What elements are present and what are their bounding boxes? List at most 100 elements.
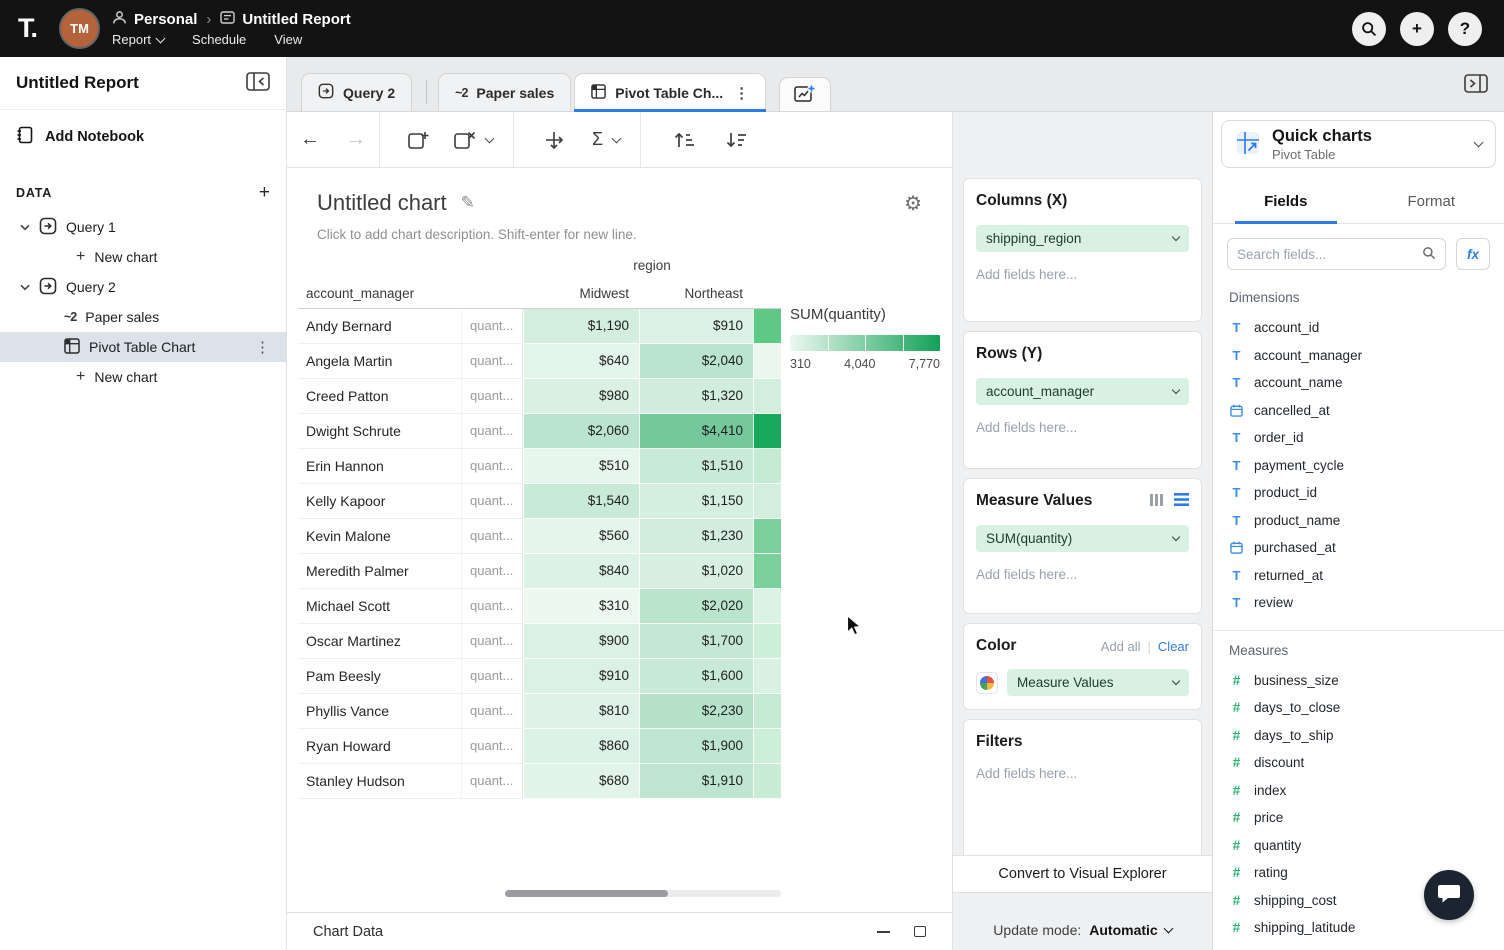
kebab-menu-icon[interactable]: ⋮	[255, 338, 286, 356]
transform-button[interactable]	[534, 130, 574, 150]
dimension-field-item[interactable]: T payment_cycle	[1213, 452, 1504, 480]
chat-support-button[interactable]	[1424, 870, 1474, 920]
partial-value-cell[interactable]	[753, 694, 781, 729]
add-chart-tab-button[interactable]	[779, 77, 831, 111]
partial-value-cell[interactable]	[753, 449, 781, 484]
minimize-panel-icon[interactable]	[877, 931, 890, 933]
menu-view[interactable]: View	[274, 32, 302, 47]
chart-settings-icon[interactable]: ⚙	[904, 191, 922, 216]
measure-field-item[interactable]: # days_to_ship	[1213, 722, 1504, 750]
dimension-field-item[interactable]: cancelled_at	[1213, 397, 1504, 425]
value-cell[interactable]: $1,510	[639, 449, 753, 484]
partial-value-cell[interactable]	[753, 554, 781, 589]
dimension-field-item[interactable]: T review	[1213, 589, 1504, 617]
measure-field-item[interactable]: # shipping_latitude	[1213, 914, 1504, 942]
value-cell[interactable]: $900	[523, 624, 639, 659]
menu-report[interactable]: Report	[112, 32, 164, 47]
value-cell[interactable]: $510	[523, 449, 639, 484]
value-cell[interactable]: $1,910	[639, 764, 753, 799]
search-fields-input[interactable]	[1237, 247, 1416, 262]
aggregate-button[interactable]: Σ	[580, 129, 605, 150]
value-cell[interactable]: $1,320	[639, 379, 753, 414]
measure-field-pill[interactable]: SUM(quantity)	[976, 525, 1189, 552]
sidebar-item-query2[interactable]: Query 2	[0, 272, 286, 302]
remove-column-button[interactable]	[444, 130, 478, 150]
value-cell[interactable]: $2,040	[639, 344, 753, 379]
value-cell[interactable]: $860	[523, 729, 639, 764]
dimension-field-item[interactable]: T account_manager	[1213, 342, 1504, 370]
filters-dropzone[interactable]: Add fields here...	[976, 766, 1189, 781]
partial-value-cell[interactable]	[753, 589, 781, 624]
maximize-panel-icon[interactable]	[914, 926, 926, 937]
scrollbar-thumb[interactable]	[505, 890, 668, 897]
columns-field-pill[interactable]: shipping_region	[976, 225, 1189, 252]
help-button[interactable]: ?	[1448, 12, 1482, 46]
dimension-field-item[interactable]: T account_id	[1213, 314, 1504, 342]
measure-dropzone[interactable]: Add fields here...	[976, 567, 1189, 582]
value-cell[interactable]: $840	[523, 554, 639, 589]
undo-button[interactable]: ←	[287, 128, 333, 151]
value-cell[interactable]: $2,060	[523, 414, 639, 449]
breadcrumb-workspace[interactable]: Personal	[134, 11, 197, 28]
quick-charts-dropdown[interactable]: Quick charts Pivot Table	[1221, 120, 1496, 168]
value-cell[interactable]: $980	[523, 379, 639, 414]
partial-value-cell[interactable]	[753, 344, 781, 379]
value-cell[interactable]: $1,190	[523, 309, 639, 344]
value-cell[interactable]: $310	[523, 589, 639, 624]
dimension-field-item[interactable]: T order_id	[1213, 424, 1504, 452]
chevron-down-icon[interactable]	[20, 284, 30, 291]
horizontal-scrollbar[interactable]	[505, 890, 781, 897]
chevron-down-icon[interactable]	[485, 133, 495, 143]
breadcrumb-report-title[interactable]: Untitled Report	[242, 11, 350, 28]
measure-field-item[interactable]: # days_to_close	[1213, 694, 1504, 722]
measure-field-item[interactable]: # business_size	[1213, 667, 1504, 695]
add-button[interactable]: +	[1400, 12, 1434, 46]
collapse-sidebar-icon[interactable]	[246, 72, 270, 94]
rows-field-pill[interactable]: account_manager	[976, 378, 1189, 405]
clear-link[interactable]: Clear	[1158, 639, 1189, 654]
partial-value-cell[interactable]	[753, 414, 781, 449]
column-header-northeast[interactable]: Northeast	[639, 280, 753, 309]
tab-fields[interactable]: Fields	[1213, 180, 1359, 223]
chart-title[interactable]: Untitled chart	[317, 190, 447, 216]
dimension-field-item[interactable]: T account_name	[1213, 369, 1504, 397]
dimension-field-item[interactable]: purchased_at	[1213, 534, 1504, 562]
add-data-button[interactable]: +	[259, 186, 270, 200]
chevron-down-icon[interactable]	[20, 224, 30, 231]
value-cell[interactable]: $1,540	[523, 484, 639, 519]
partial-value-cell[interactable]	[753, 484, 781, 519]
value-cell[interactable]: $560	[523, 519, 639, 554]
add-notebook-button[interactable]: Add Notebook	[0, 110, 286, 158]
measure-field-item[interactable]: # shipping_longitude	[1213, 942, 1504, 950]
partial-value-cell[interactable]	[753, 624, 781, 659]
partial-value-cell[interactable]	[753, 764, 781, 799]
search-button[interactable]	[1352, 12, 1386, 46]
chart-data-label[interactable]: Chart Data	[313, 924, 383, 940]
measure-field-item[interactable]: # quantity	[1213, 832, 1504, 860]
app-logo[interactable]: T.	[18, 13, 37, 44]
measure-field-item[interactable]: # index	[1213, 777, 1504, 805]
formula-button[interactable]: fx	[1456, 238, 1490, 270]
color-field-pill[interactable]: Measure Values	[1007, 669, 1189, 696]
update-mode-dropdown[interactable]: Automatic	[1089, 922, 1171, 938]
expand-panel-icon[interactable]	[1464, 74, 1488, 96]
dimension-field-item[interactable]: T returned_at	[1213, 562, 1504, 590]
sidebar-item-pivot-table-chart[interactable]: Pivot Table Chart ⋮	[0, 332, 286, 362]
partial-value-cell[interactable]	[753, 659, 781, 694]
sidebar-item-query1[interactable]: Query 1	[0, 212, 286, 242]
measure-field-item[interactable]: # price	[1213, 804, 1504, 832]
value-cell[interactable]: $1,150	[639, 484, 753, 519]
sidebar-item-paper-sales[interactable]: ~2 Paper sales	[0, 302, 286, 332]
color-palette-icon[interactable]	[976, 672, 998, 694]
partial-value-cell[interactable]	[753, 379, 781, 414]
kebab-menu-icon[interactable]: ⋮	[734, 84, 749, 102]
measure-field-item[interactable]: # discount	[1213, 749, 1504, 777]
tab-pivot-table-chart[interactable]: Pivot Table Ch... ⋮	[574, 73, 766, 111]
value-cell[interactable]: $1,230	[639, 519, 753, 554]
convert-to-visual-explorer-button[interactable]: Convert to Visual Explorer	[953, 855, 1212, 893]
chevron-down-icon[interactable]	[612, 133, 622, 143]
value-cell[interactable]: $910	[523, 659, 639, 694]
chart-description-placeholder[interactable]: Click to add chart description. Shift-en…	[287, 216, 952, 242]
value-cell[interactable]: $640	[523, 344, 639, 379]
value-cell[interactable]: $680	[523, 764, 639, 799]
